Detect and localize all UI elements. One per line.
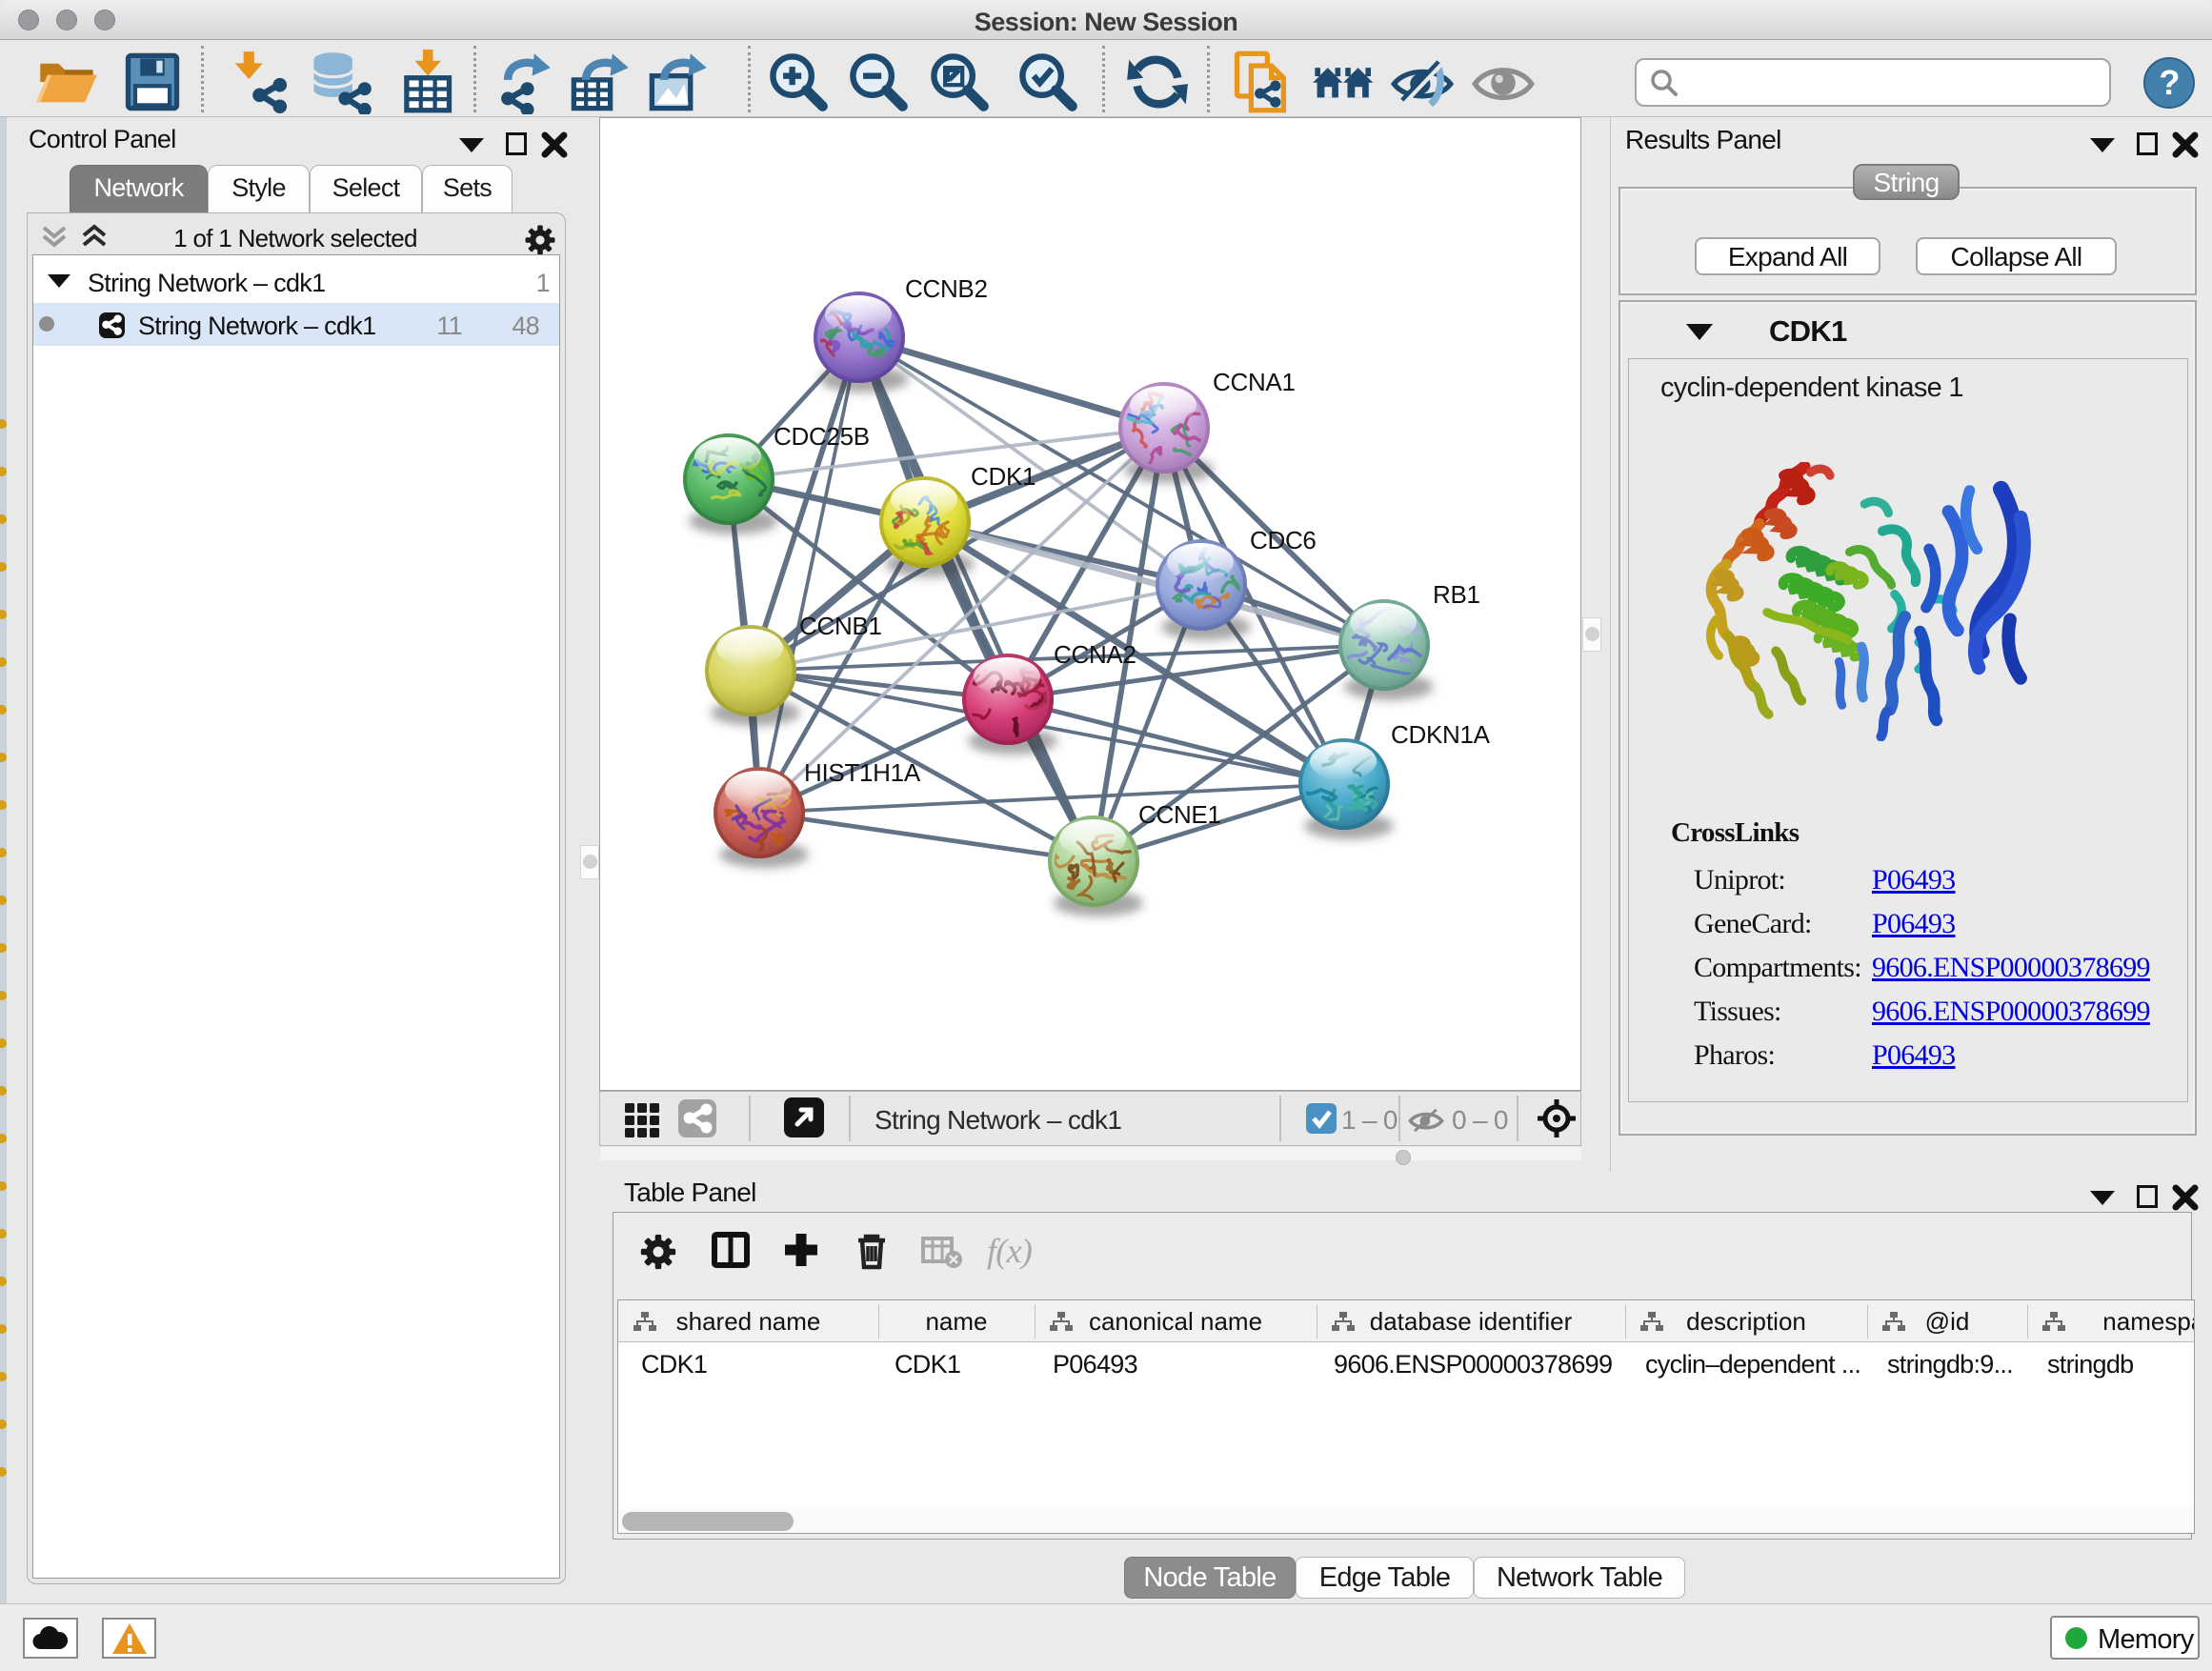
svg-text:CDC25B: CDC25B (774, 422, 870, 451)
svg-text:RB1: RB1 (1433, 580, 1480, 609)
svg-text:CCNB1: CCNB1 (799, 612, 882, 640)
svg-text:CCNA1: CCNA1 (1213, 368, 1296, 396)
svg-text:HIST1H1A: HIST1H1A (804, 758, 921, 787)
svg-text:CCNB2: CCNB2 (905, 274, 988, 303)
svg-text:CCNE1: CCNE1 (1138, 800, 1221, 829)
svg-text:CDC6: CDC6 (1250, 526, 1317, 554)
svg-text:CCNA2: CCNA2 (1054, 640, 1136, 669)
svg-text:CDK1: CDK1 (971, 462, 1036, 491)
svg-text:CDKN1A: CDKN1A (1391, 720, 1491, 749)
